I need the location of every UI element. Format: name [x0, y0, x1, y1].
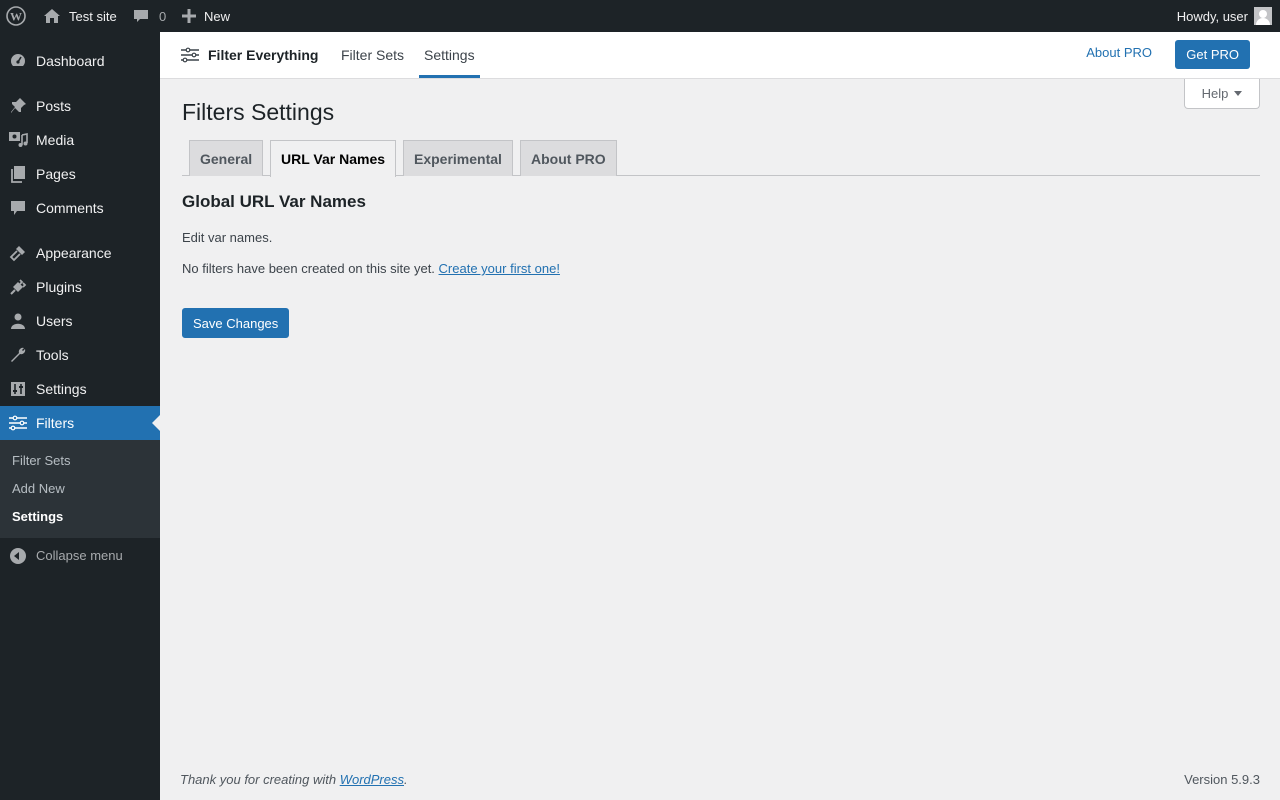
user-icon — [8, 312, 28, 330]
footer-thanks: Thank you for creating with WordPress. — [180, 772, 408, 787]
sidebar-item-filters[interactable]: Filters — [0, 406, 160, 440]
settings-icon — [8, 380, 28, 398]
save-changes-button[interactable]: Save Changes — [182, 308, 290, 338]
collapse-arrow-icon — [10, 548, 26, 564]
footer-version: Version 5.9.3 — [1184, 772, 1260, 787]
sidebar-item-label: Posts — [36, 98, 72, 114]
submenu-item-settings[interactable]: Settings — [12, 509, 63, 524]
help-label: Help — [1201, 86, 1229, 101]
comments-count: 0 — [159, 8, 167, 24]
collapse-menu-label: Collapse menu — [36, 548, 123, 563]
pin-icon — [8, 97, 28, 115]
tab-about-pro[interactable]: About PRO — [520, 140, 617, 176]
sidebar-item-media[interactable]: Media — [0, 123, 160, 157]
section-title: Global URL Var Names — [182, 192, 366, 211]
sidebar-item-plugins[interactable]: Plugins — [0, 270, 160, 304]
sidebar-item-appearance[interactable]: Appearance — [0, 236, 160, 270]
submenu-item-add-new[interactable]: Add New — [12, 481, 65, 496]
sidebar-item-label: Settings — [36, 381, 87, 397]
get-pro-button[interactable]: Get PRO — [1175, 40, 1250, 69]
plugin-header: Filter Everything Filter Sets Settings A… — [160, 32, 1280, 79]
sidebar-item-settings[interactable]: Settings — [0, 372, 160, 406]
header-nav-filter-sets[interactable]: Filter Sets — [341, 32, 404, 78]
new-content-link[interactable]: New — [182, 0, 230, 32]
collapse-menu-button[interactable]: Collapse menu — [0, 542, 160, 572]
sidebar-item-label: Media — [36, 132, 75, 148]
sidebar-item-label: Comments — [36, 200, 104, 216]
plugin-brand: Filter Everything — [180, 32, 318, 78]
howdy-text: Howdy, user — [1176, 8, 1248, 24]
filter-sliders-icon — [181, 47, 199, 63]
plugin-title: Filter Everything — [208, 47, 319, 63]
sidebar-item-label: Appearance — [36, 245, 112, 261]
settings-tabs: General URL Var Names Experimental About… — [182, 140, 1260, 177]
sidebar-item-dashboard[interactable]: Dashboard — [0, 44, 160, 78]
sidebar-item-tools[interactable]: Tools — [0, 338, 160, 372]
sidebar-item-label: Filters — [36, 415, 75, 431]
submenu-item-filter-sets[interactable]: Filter Sets — [12, 453, 71, 468]
site-name: Test site — [69, 8, 117, 24]
comments-link[interactable]: 0 — [133, 0, 166, 32]
sidebar-item-label: Pages — [36, 166, 76, 182]
tab-experimental[interactable]: Experimental — [403, 140, 513, 176]
no-filters-notice: No filters have been created on this sit… — [182, 261, 560, 276]
notice-text: No filters have been created on this sit… — [182, 261, 435, 276]
about-pro-link[interactable]: About PRO — [1086, 45, 1152, 60]
comment-icon — [8, 199, 28, 217]
footer-thanks-suffix: . — [404, 772, 408, 787]
sidebar-item-label: Plugins — [36, 279, 82, 295]
sidebar-item-comments[interactable]: Comments — [0, 191, 160, 225]
comment-bubble-icon — [134, 10, 148, 22]
plugin-icon — [8, 278, 28, 296]
plus-icon — [182, 9, 196, 23]
dashboard-icon — [8, 52, 28, 70]
sidebar-item-label: Dashboard — [36, 53, 105, 69]
caret-down-icon — [1234, 91, 1243, 96]
sidebar-item-label: Tools — [36, 347, 69, 363]
avatar — [1254, 7, 1272, 25]
sidebar-item-users[interactable]: Users — [0, 304, 160, 338]
brush-icon — [8, 244, 28, 262]
wordpress-logo-icon[interactable]: W — [6, 0, 28, 32]
wordpress-link[interactable]: WordPress — [340, 772, 404, 787]
my-account-link[interactable]: Howdy, user — [1177, 0, 1272, 32]
tab-url-var-names[interactable]: URL Var Names — [270, 140, 397, 177]
admin-sidebar: Dashboard Posts Media Pages Comments App… — [0, 32, 160, 800]
footer-thanks-text: Thank you for creating with — [180, 772, 337, 787]
sidebar-item-pages[interactable]: Pages — [0, 157, 160, 191]
sidebar-item-posts[interactable]: Posts — [0, 89, 160, 123]
filters-icon — [8, 414, 28, 432]
help-tab-button[interactable]: Help — [1184, 79, 1260, 109]
new-label: New — [204, 8, 231, 24]
pages-icon — [8, 165, 28, 183]
filters-submenu: Filter Sets Add New Settings — [0, 440, 160, 538]
site-name-link[interactable]: Test site — [43, 0, 117, 32]
create-first-filter-link[interactable]: Create your first one! — [439, 261, 560, 276]
svg-text:W: W — [10, 10, 22, 24]
section-description: Edit var names. — [182, 230, 273, 245]
wrench-icon — [8, 346, 28, 364]
page-title: Filters Settings — [182, 99, 335, 125]
admin-bar: W Test site 0 New Howdy, user — [0, 0, 1280, 32]
sidebar-item-label: Users — [36, 313, 73, 329]
header-nav-settings[interactable]: Settings — [419, 32, 480, 78]
media-icon — [8, 131, 28, 149]
tab-general[interactable]: General — [189, 140, 264, 176]
home-icon — [44, 9, 60, 23]
